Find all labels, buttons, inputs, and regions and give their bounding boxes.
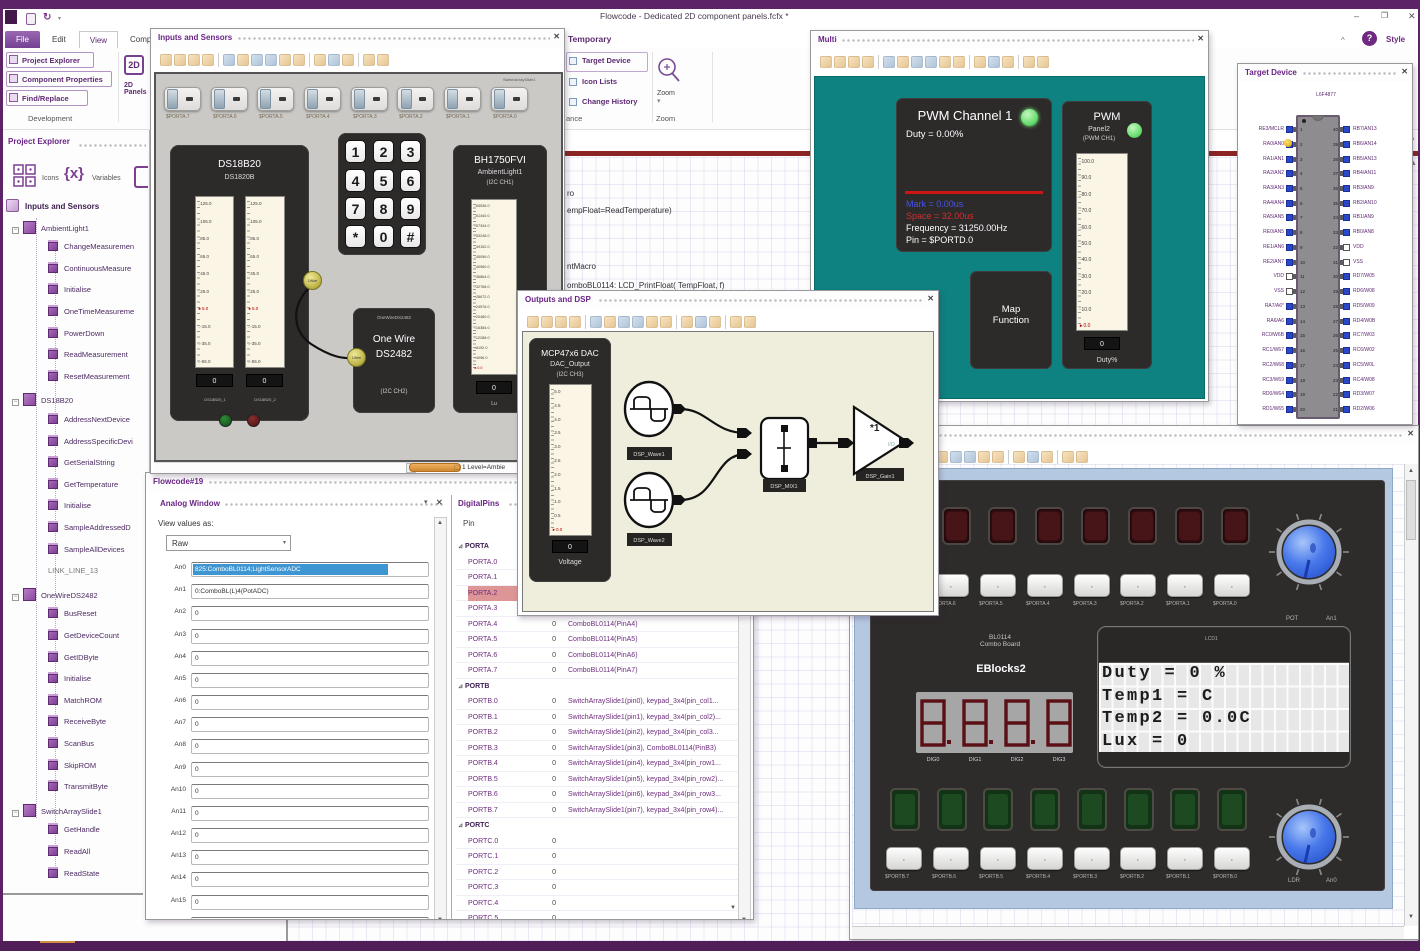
svg-text:*1: *1 bbox=[870, 423, 880, 434]
svg-text:DSP_Wave2: DSP_Wave2 bbox=[633, 538, 664, 544]
svg-text:I/O: I/O bbox=[888, 442, 895, 448]
svg-text:DSP_Wave1: DSP_Wave1 bbox=[633, 452, 664, 458]
svg-text:DIG0: DIG0 bbox=[927, 757, 940, 763]
svg-text:DSP_Gain1: DSP_Gain1 bbox=[865, 474, 894, 480]
svg-text:DIG1: DIG1 bbox=[969, 757, 982, 763]
svg-text:DSP_MIX1: DSP_MIX1 bbox=[770, 484, 797, 490]
svg-text:DIG2: DIG2 bbox=[1011, 757, 1024, 763]
svg-text:DIG3: DIG3 bbox=[1053, 757, 1066, 763]
